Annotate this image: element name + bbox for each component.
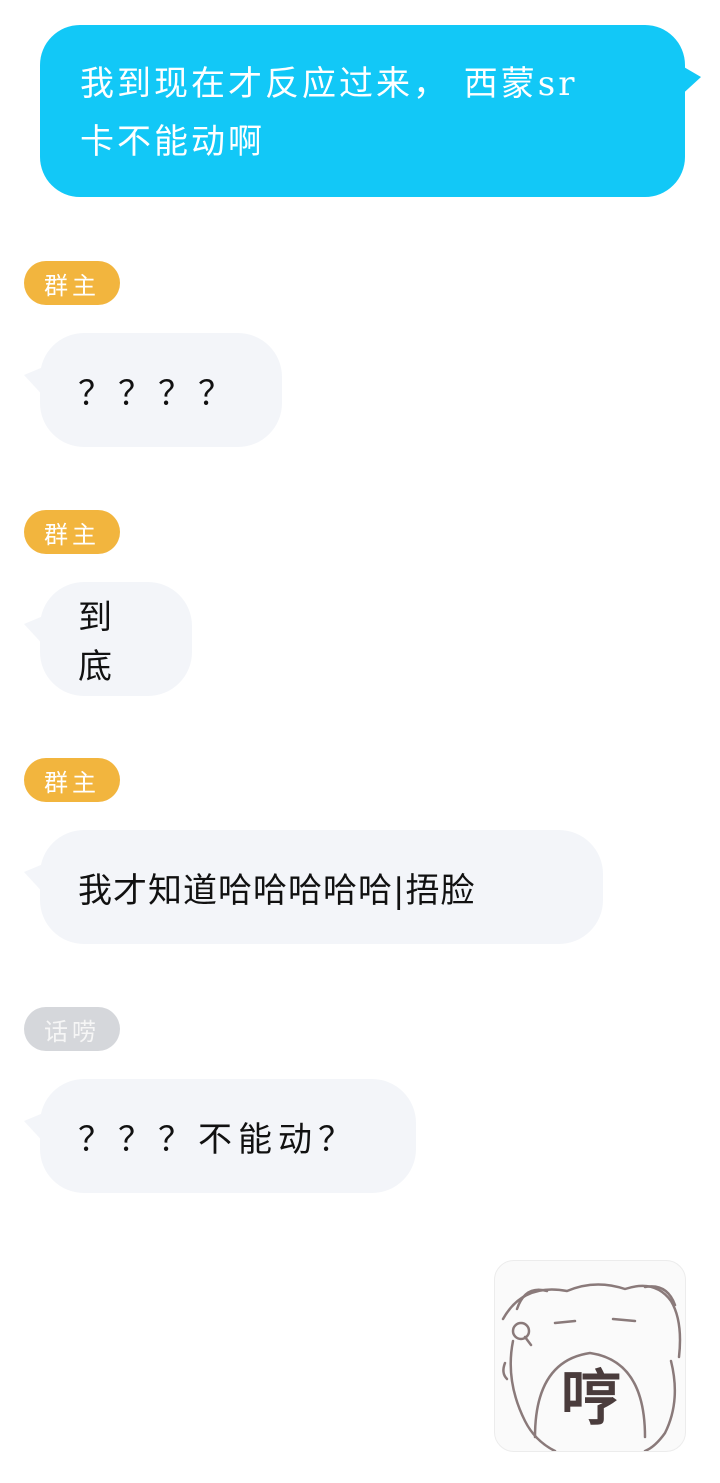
bubble-tail [24, 862, 48, 898]
message-text: ？？？不能动？ [78, 1119, 358, 1160]
bubble-tail [677, 63, 701, 99]
incoming-message-bubble[interactable]: 到底 [24, 582, 192, 696]
sender-badge-owner: 群主 [24, 758, 120, 802]
message-text-line-2: 卡不能动啊 [80, 122, 265, 162]
sender-badge-chatty: 话唠 [24, 1007, 120, 1051]
bubble-tail [24, 614, 48, 650]
sender-badge-owner: 群主 [24, 261, 120, 305]
pig-face-sticker-icon: 哼 [501, 1283, 682, 1451]
bubble-tail [24, 365, 48, 401]
sender-badge-owner: 群主 [24, 510, 120, 554]
incoming-message-bubble[interactable]: 我才知道哈哈哈哈哈|捂脸 [24, 830, 603, 944]
message-text: 到底 [78, 598, 118, 687]
message-text: ？？？？ [78, 373, 238, 414]
sticker-text: 哼 [561, 1364, 621, 1434]
message-text-line-1: 我到现在才反应过来， 西蒙sr [80, 64, 578, 104]
incoming-message-bubble[interactable]: ？？？不能动？ [24, 1079, 416, 1193]
incoming-message-bubble[interactable]: ？？？？ [24, 333, 282, 447]
sticker-message[interactable]: 哼 [494, 1260, 686, 1452]
bubble-tail [24, 1111, 48, 1147]
message-text: 我才知道哈哈哈哈哈|捂脸 [78, 870, 476, 911]
outgoing-message-bubble[interactable]: 我到现在才反应过来， 西蒙sr 卡不能动啊 [40, 25, 701, 197]
